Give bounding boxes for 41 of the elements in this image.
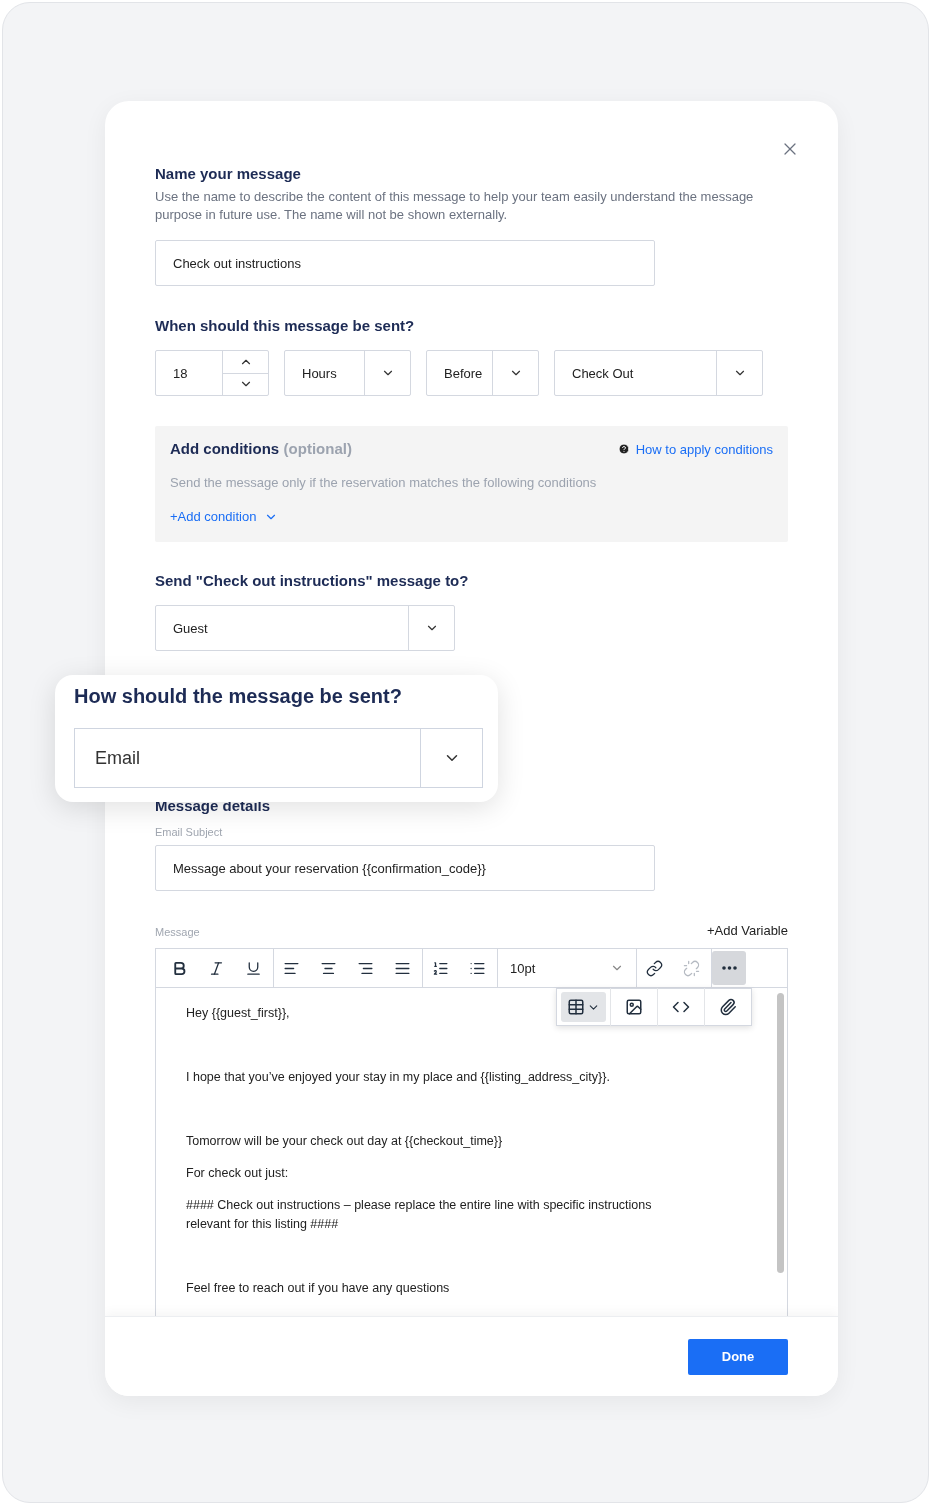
description: Use the name to describe the content of this message to help your team easily understand the message purpose in future use. The name will not be shown externally. <box>155 188 755 224</box>
table-button[interactable] <box>561 992 606 1022</box>
subject-field[interactable]: Message about your reservation {{confirmation_code}} <box>155 845 655 891</box>
paperclip-icon <box>719 998 737 1016</box>
more-button[interactable] <box>712 951 746 985</box>
section-title: When should this message be sent? <box>155 317 416 334</box>
channel-dropdown[interactable]: Email <box>74 728 483 788</box>
help-icon <box>617 443 630 455</box>
panel-title: Add conditions <box>170 440 280 457</box>
add-variable-link[interactable]: +Add Variable <box>706 923 788 938</box>
name-field[interactable]: Check out instructions <box>155 240 655 286</box>
field-label: Email Subject <box>155 826 224 838</box>
section-title: Name your message <box>155 165 302 182</box>
unlink-icon <box>682 959 700 977</box>
description: Send the message only if the reservation matches the following conditions <box>170 474 598 492</box>
relation-dropdown[interactable]: Before <box>426 350 539 396</box>
message-paragraph: #### Check out instructions – please replace the entire line with specific instructions relevant for this listing #### <box>186 1197 653 1233</box>
message-paragraph: Hey {{guest_first}}, <box>186 1005 290 1022</box>
callout-title: How should the message be sent? <box>74 685 403 708</box>
optional-label: (optional) <box>283 440 352 457</box>
message-paragraph: For check out just: <box>186 1165 289 1182</box>
font-size-dropdown[interactable]: 10pt <box>498 949 636 987</box>
field-label: Message <box>155 926 200 938</box>
table-icon <box>567 998 585 1016</box>
message-paragraph: I hope that you’ve enjoyed your stay in my place and {{listing_address_city}}. <box>186 1069 610 1086</box>
section-title: Send "Check out instructions" message to? <box>155 572 470 589</box>
message-paragraph: Feel free to reach out if you have any questions <box>186 1280 450 1297</box>
scrollbar[interactable] <box>777 993 784 1273</box>
more-icon <box>721 966 737 970</box>
event-dropdown[interactable]: Check Out <box>554 350 763 396</box>
help-link[interactable]: How to apply conditions <box>617 441 773 457</box>
underline-icon <box>244 959 262 977</box>
link-icon <box>645 959 663 977</box>
numbered-list-icon <box>431 959 449 977</box>
add-condition-button[interactable]: +Add condition <box>170 509 279 524</box>
unit-dropdown[interactable]: Hours <box>284 350 411 396</box>
recipient-dropdown[interactable]: Guest <box>155 605 455 651</box>
editor[interactable] <box>155 948 788 1316</box>
image-icon <box>625 998 643 1016</box>
message-paragraph: Tomorrow will be your check out day at {{checkout_time}} <box>186 1133 503 1150</box>
done-button[interactable]: Done <box>688 1338 788 1375</box>
